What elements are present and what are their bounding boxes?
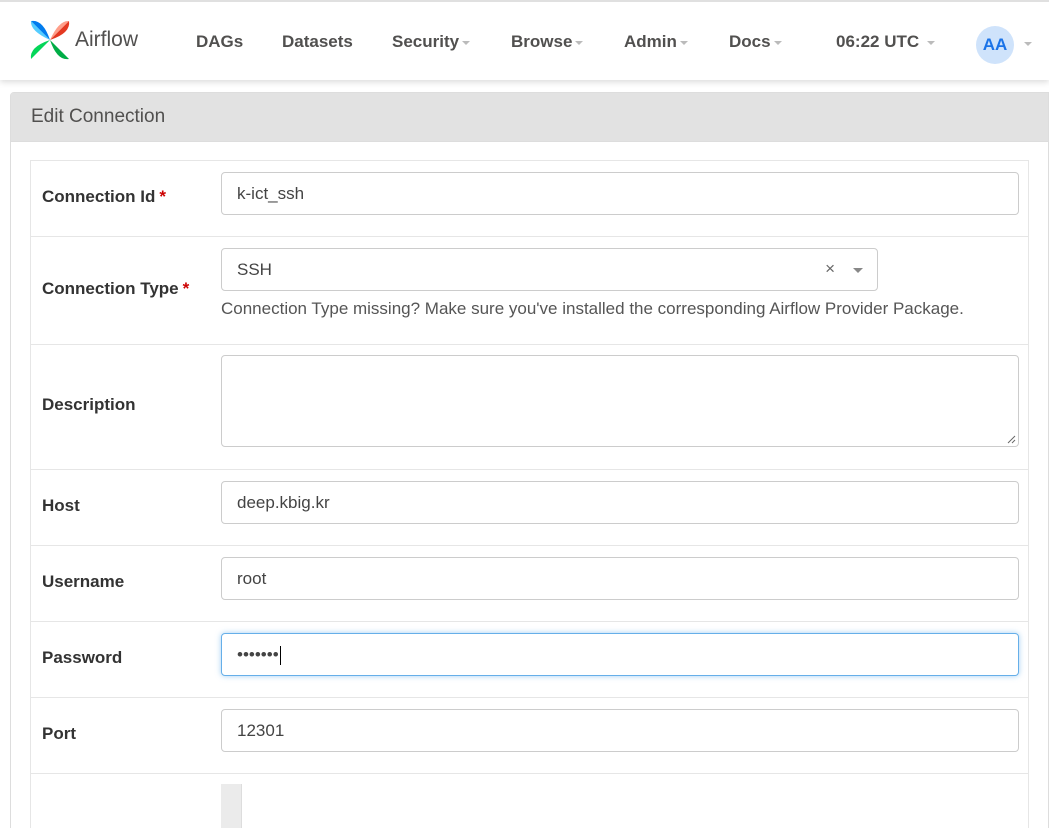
airflow-logo-icon xyxy=(30,20,70,60)
clock-label: 06:22 UTC xyxy=(836,32,920,51)
nav-clock[interactable]: 06:22 UTC xyxy=(836,32,936,52)
row-extra xyxy=(31,774,1028,828)
required-mark: * xyxy=(159,187,166,206)
chevron-down-icon xyxy=(773,40,782,45)
connection-type-label-text: Connection Type xyxy=(42,279,179,298)
row-connection-type: Connection Type * SSH × Connection Type m… xyxy=(31,237,1028,345)
clear-selection-icon[interactable]: × xyxy=(825,259,835,279)
description-textarea[interactable] xyxy=(221,355,1019,447)
connection-type-select[interactable]: SSH × xyxy=(221,248,878,291)
row-password: Password ••••••• xyxy=(31,622,1028,698)
resize-handle-icon[interactable] xyxy=(1007,435,1016,444)
host-label: Host xyxy=(42,496,80,515)
user-menu-chevron-down-icon[interactable] xyxy=(1024,42,1032,46)
brand-name: Airflow xyxy=(75,28,139,51)
port-input[interactable]: 12301 xyxy=(221,709,1019,752)
password-input[interactable]: ••••••• xyxy=(221,633,1019,676)
port-value: 12301 xyxy=(237,721,285,740)
connection-type-help: Connection Type missing? Make sure you'v… xyxy=(221,299,964,318)
row-host: Host deep.kbig.kr xyxy=(31,470,1028,546)
connection-id-label: Connection Id * xyxy=(42,187,166,207)
row-connection-id: Connection Id * k-ict_ssh xyxy=(31,161,1028,237)
row-username: Username root xyxy=(31,546,1028,622)
chevron-down-icon xyxy=(679,40,688,45)
nav-browse[interactable]: Browse xyxy=(511,32,584,52)
connection-type-label: Connection Type * xyxy=(42,279,189,299)
nav-dags[interactable]: DAGs xyxy=(196,32,243,52)
text-cursor xyxy=(279,646,281,666)
password-value: ••••••• xyxy=(237,645,279,664)
brand-link[interactable]: Airflow xyxy=(27,16,138,64)
chevron-down-icon xyxy=(927,40,936,45)
panel-title: Edit Connection xyxy=(11,93,1048,142)
nav-security-label: Security xyxy=(392,32,460,51)
host-input[interactable]: deep.kbig.kr xyxy=(221,481,1019,524)
nav-security[interactable]: Security xyxy=(392,32,471,52)
username-label: Username xyxy=(42,572,125,591)
connection-type-value: SSH xyxy=(237,260,272,279)
nav-datasets-label: Datasets xyxy=(282,32,353,51)
nav-admin[interactable]: Admin xyxy=(624,32,688,52)
username-value: root xyxy=(237,569,267,588)
chevron-down-icon xyxy=(575,40,584,45)
user-avatar[interactable]: AA xyxy=(976,26,1014,64)
host-value: deep.kbig.kr xyxy=(237,493,330,512)
nav-admin-label: Admin xyxy=(624,32,677,51)
top-navbar: Airflow DAGs Datasets Security Browse Ad… xyxy=(0,0,1049,80)
connection-id-label-text: Connection Id xyxy=(42,187,156,206)
chevron-down-icon xyxy=(462,40,471,45)
nav-docs[interactable]: Docs xyxy=(729,32,782,52)
nav-datasets[interactable]: Datasets xyxy=(282,32,353,52)
password-label: Password xyxy=(42,648,123,667)
row-port: Port 12301 xyxy=(31,698,1028,774)
nav-browse-label: Browse xyxy=(511,32,573,51)
row-description: Description xyxy=(31,345,1028,470)
code-editor-gutter xyxy=(221,784,242,828)
connection-form: Connection Id * k-ict_ssh Connection Type… xyxy=(30,160,1029,828)
nav-dags-label: DAGs xyxy=(196,32,244,51)
username-input[interactable]: root xyxy=(221,557,1019,600)
connection-id-value: k-ict_ssh xyxy=(237,184,305,203)
connection-id-input[interactable]: k-ict_ssh xyxy=(221,172,1019,215)
port-label: Port xyxy=(42,724,76,743)
dropdown-arrow-icon[interactable] xyxy=(853,268,863,273)
nav-docs-label: Docs xyxy=(729,32,771,51)
required-mark: * xyxy=(182,279,190,298)
description-label: Description xyxy=(42,395,136,414)
avatar-initials: AA xyxy=(982,35,1008,54)
